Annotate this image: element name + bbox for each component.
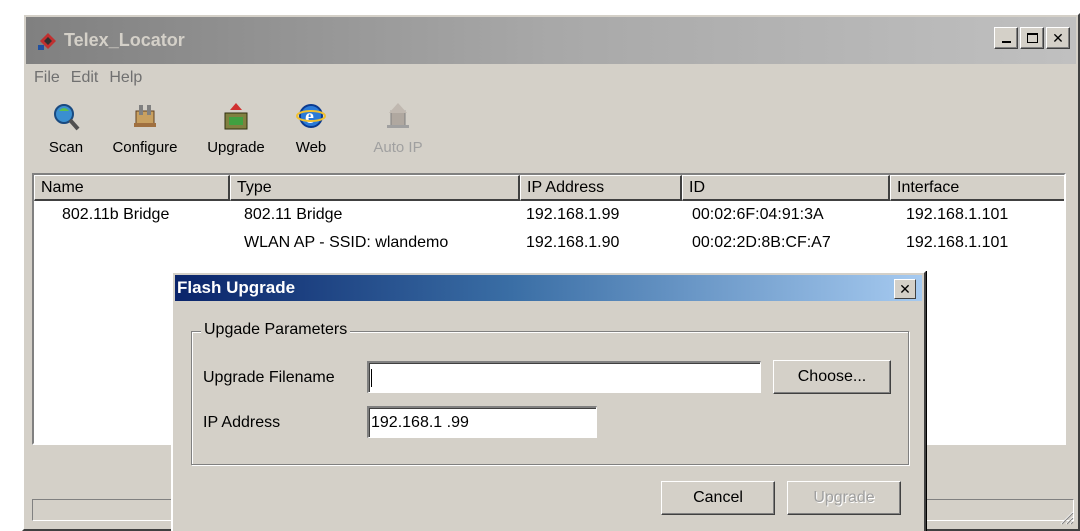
dialog-title: Flash Upgrade (177, 278, 296, 297)
cell-ip-address: 192.168.1.90 (526, 234, 620, 251)
web-browser-icon: e (296, 104, 326, 128)
cell-id: 00:02:6F:04:91:3A (692, 206, 824, 223)
minimize-icon (1001, 41, 1011, 43)
flash-upgrade-dialog: Flash Upgrade ✕ Upgade Parameters Upgrad… (171, 271, 926, 531)
close-icon: ✕ (899, 280, 911, 297)
close-button[interactable]: ✕ (1046, 27, 1070, 49)
menu-edit[interactable]: Edit (67, 67, 106, 91)
app-icon (38, 33, 56, 50)
upgrade-parameters-group (191, 331, 909, 465)
ip-address-input[interactable]: 192.168.1 .99 (367, 406, 597, 438)
choose-file-button[interactable]: Choose... (773, 360, 891, 394)
upgrade-label: Upgrade (207, 139, 265, 156)
window-titlebar[interactable]: Telex_Locator ✕ (26, 17, 1076, 64)
dialog-close-button[interactable]: ✕ (894, 279, 916, 299)
desktop-background (0, 0, 1080, 14)
auto-ip-button[interactable]: Auto IP (368, 101, 428, 156)
text-caret (371, 369, 372, 387)
scan-label: Scan (48, 139, 84, 156)
configure-label: Configure (112, 139, 178, 156)
ip-address-label: IP Address (203, 414, 281, 431)
cell-type: 802.11 Bridge (244, 206, 343, 223)
column-header-name[interactable]: Name (34, 175, 230, 201)
cell-ip-address: 192.168.1.99 (526, 206, 620, 223)
cell-id: 00:02:2D:8B:CF:A7 (692, 234, 831, 251)
column-header-type[interactable]: Type (230, 175, 520, 201)
auto-ip-label: Auto IP (373, 139, 423, 156)
cell-interface: 192.168.1.101 (906, 234, 1009, 251)
resize-grip-icon[interactable] (1058, 509, 1074, 525)
maximize-icon (1026, 33, 1038, 43)
maximize-button[interactable] (1020, 27, 1044, 49)
window-title: Telex_Locator (64, 30, 185, 50)
web-button[interactable]: e Web (286, 101, 336, 156)
menu-bar: File Edit Help (30, 67, 149, 91)
cell-type: WLAN AP - SSID: wlandemo (244, 234, 449, 251)
close-icon: ✕ (1052, 30, 1064, 46)
scan-button[interactable]: Scan (36, 101, 96, 156)
upgrade-icon (224, 103, 248, 130)
upgrade-filename-label: Upgrade Filename (203, 369, 335, 386)
menu-help[interactable]: Help (105, 67, 149, 91)
group-label: Upgade Parameters (201, 321, 351, 339)
scan-icon (54, 104, 80, 131)
column-header-id[interactable]: ID (682, 175, 890, 201)
upgrade-button[interactable]: Upgrade (787, 481, 901, 515)
cell-name: 802.11b Bridge (62, 206, 170, 223)
cancel-button[interactable]: Cancel (661, 481, 775, 515)
web-label: Web (295, 139, 327, 156)
upgrade-button[interactable]: Upgrade (200, 101, 272, 156)
minimize-button[interactable] (994, 27, 1018, 49)
dialog-titlebar[interactable]: Flash Upgrade ✕ (175, 275, 922, 301)
status-panel-secondary (902, 499, 1074, 521)
svg-text:e: e (305, 106, 314, 128)
menu-file[interactable]: File (30, 67, 67, 91)
upgrade-filename-input[interactable] (367, 361, 761, 393)
configure-button[interactable]: Configure (100, 101, 190, 156)
cell-interface: 192.168.1.101 (906, 206, 1009, 223)
configure-icon (134, 105, 156, 127)
toolbar: Scan Configure Upgrade e Web Auto IP (34, 95, 1074, 173)
column-header-interface[interactable]: Interface (890, 175, 1064, 201)
auto-ip-icon (387, 103, 409, 128)
column-header-ip-address[interactable]: IP Address (520, 175, 682, 201)
